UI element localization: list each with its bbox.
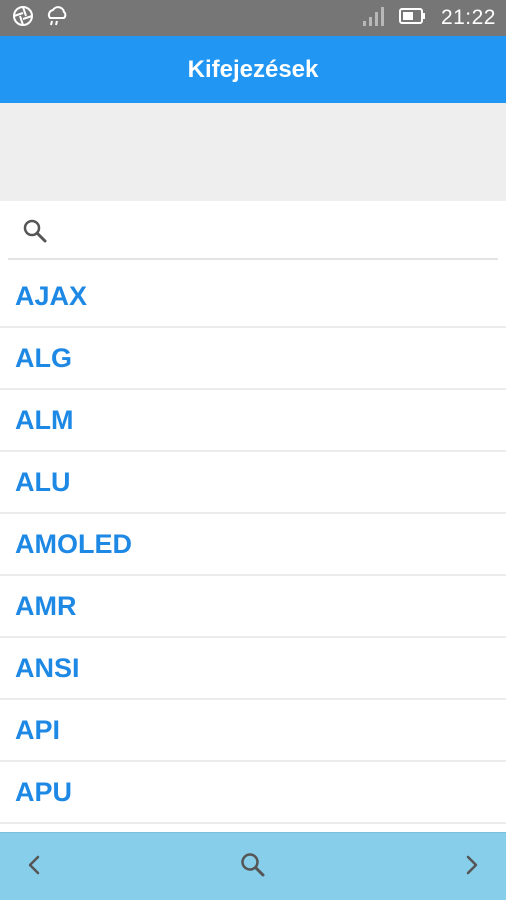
list-item-label: ANSI: [15, 652, 80, 683]
list-item[interactable]: API: [0, 700, 506, 762]
list-item-label: ALM: [15, 404, 74, 435]
weather-icon: [44, 5, 68, 32]
next-button[interactable]: [452, 847, 492, 887]
status-time: 21:22: [440, 6, 496, 29]
list-item[interactable]: ALG: [0, 328, 506, 390]
list-item-label: AMOLED: [15, 528, 132, 559]
list-item[interactable]: ANSI: [0, 638, 506, 700]
bottom-nav-bar: [0, 832, 506, 900]
previous-button[interactable]: [14, 847, 54, 887]
page-title: Kifejezések: [187, 55, 319, 83]
list-item[interactable]: ALM: [0, 390, 506, 452]
chevron-right-icon: [462, 853, 482, 882]
list-item-label: ALG: [15, 342, 72, 373]
shutter-icon: [12, 5, 34, 32]
list-item-label: API: [15, 714, 61, 745]
search-bar: [8, 204, 498, 260]
search-icon: [239, 851, 267, 884]
list-item[interactable]: AJAX: [0, 266, 506, 328]
status-bar: 21:22: [0, 0, 506, 36]
search-input[interactable]: [60, 210, 498, 252]
list-item-label: APU: [15, 776, 73, 807]
app-screen: 21:22 Kifejezések AJAX ALG ALM ALU AMOLE…: [0, 0, 506, 900]
status-right-icons: 21:22: [361, 6, 496, 30]
list-item-label: AMR: [15, 590, 77, 621]
list-item[interactable]: AMOLED: [0, 514, 506, 576]
battery-icon: [398, 7, 427, 30]
term-list: AJAX ALG ALM ALU AMOLED AMR ANSI API APU: [0, 266, 506, 824]
list-item[interactable]: APU: [0, 762, 506, 824]
search-icon: [20, 216, 50, 246]
app-bar: Kifejezések: [0, 36, 506, 103]
ad-banner-area: [0, 103, 506, 201]
list-item-label: AJAX: [15, 280, 88, 311]
chevron-left-icon: [24, 853, 44, 882]
status-left-icons: [12, 5, 68, 32]
search-button[interactable]: [233, 847, 273, 887]
signal-icon: [361, 5, 385, 32]
list-item[interactable]: ALU: [0, 452, 506, 514]
list-item[interactable]: AMR: [0, 576, 506, 638]
list-item-label: ALU: [15, 466, 71, 497]
